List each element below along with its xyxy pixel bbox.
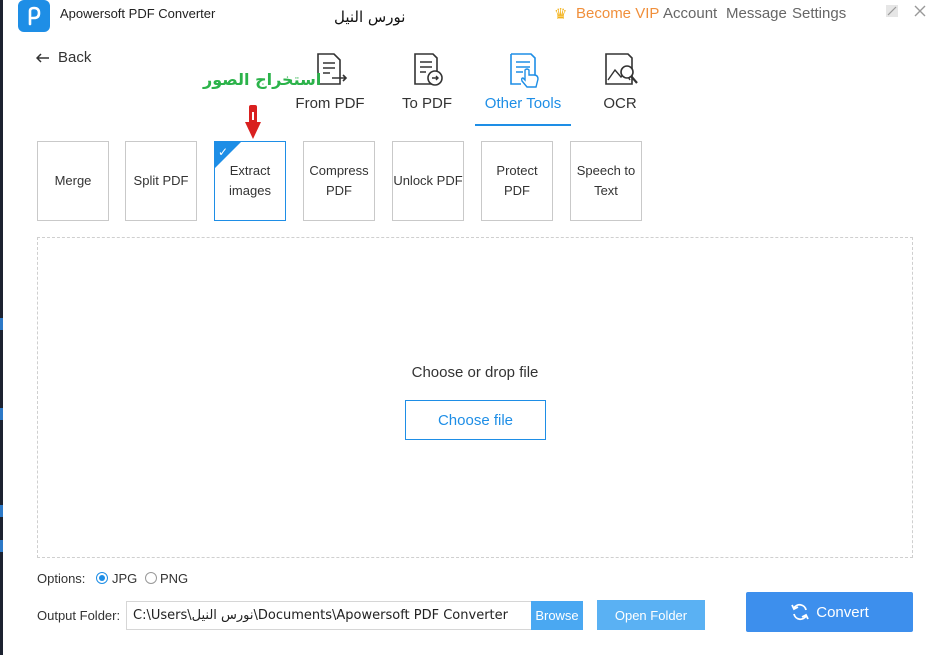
tab-other-tools[interactable]: Other Tools xyxy=(475,48,571,126)
tab-label: Other Tools xyxy=(484,95,562,112)
become-vip-link[interactable]: Become VIP xyxy=(576,5,659,22)
png-radio[interactable] xyxy=(145,572,157,584)
app-logo xyxy=(18,0,50,32)
settings-link[interactable]: Settings xyxy=(792,5,846,22)
options-label: Options: xyxy=(37,571,86,586)
open-folder-button[interactable]: Open Folder xyxy=(597,600,705,630)
close-icon[interactable] xyxy=(913,4,927,22)
user-name: نورس النيل xyxy=(334,8,406,26)
choose-file-button[interactable]: Choose file xyxy=(405,400,546,440)
drop-prompt: Choose or drop file xyxy=(411,364,539,381)
tab-to-pdf[interactable]: To PDF xyxy=(379,48,475,126)
tool-unlock-pdf[interactable]: Unlock PDF xyxy=(392,141,464,221)
output-folder-field[interactable]: C:\Users\نورس النيل\Documents\Apowersoft… xyxy=(126,601,531,630)
account-link[interactable]: Account xyxy=(663,5,717,22)
other-tools-icon xyxy=(510,53,539,88)
app-logo-icon xyxy=(28,6,41,26)
convert-button[interactable]: Convert xyxy=(746,592,913,632)
tool-label: Compress PDF xyxy=(309,163,369,198)
tool-split-pdf[interactable]: Split PDF xyxy=(125,141,197,221)
output-folder-path: C:\Users\نورس النيل\Documents\Apowersoft… xyxy=(133,608,508,623)
browse-button[interactable]: Browse xyxy=(531,601,583,630)
refresh-icon xyxy=(791,603,810,621)
message-link[interactable]: Message xyxy=(726,5,787,22)
arrow-down-icon xyxy=(245,105,261,139)
tool-label: Unlock PDF xyxy=(393,173,463,188)
jpg-label[interactable]: JPG xyxy=(112,571,137,586)
tool-label: Split PDF xyxy=(133,173,189,188)
annotation-text: استخراج الصور xyxy=(203,70,322,89)
tool-label: Merge xyxy=(54,173,92,188)
jpg-radio[interactable] xyxy=(96,572,108,584)
app-title: Apowersoft PDF Converter xyxy=(60,6,216,21)
minimize-icon[interactable] xyxy=(885,4,899,22)
png-label[interactable]: PNG xyxy=(160,571,188,586)
edge-mark xyxy=(0,408,3,420)
tool-label: Protect PDF xyxy=(496,163,538,198)
tool-label: Speech to Text xyxy=(576,163,636,198)
tool-speech-to-text[interactable]: Speech to Text xyxy=(570,141,642,221)
edge-mark xyxy=(0,505,3,517)
tool-protect-pdf[interactable]: Protect PDF xyxy=(481,141,553,221)
file-drop-zone[interactable]: Choose or drop file Choose file xyxy=(37,237,913,558)
tab-label: From PDF xyxy=(295,95,365,112)
convert-label: Convert xyxy=(816,603,869,621)
title-bar: Apowersoft PDF Converter نورس النيل ♛ Be… xyxy=(0,0,950,32)
back-button[interactable]: Back xyxy=(36,49,91,66)
edge-mark xyxy=(0,540,3,552)
back-label: Back xyxy=(58,49,92,66)
checkmark-icon: ✓ xyxy=(218,145,229,159)
tab-underline xyxy=(475,124,571,126)
to-pdf-icon xyxy=(414,53,443,86)
tab-label: To PDF xyxy=(401,95,452,112)
ocr-icon xyxy=(605,53,638,85)
tab-label: OCR xyxy=(603,95,637,112)
output-folder-label: Output Folder: xyxy=(37,608,121,623)
tool-extract-images[interactable]: ✓ Extract images xyxy=(214,141,286,221)
tool-merge[interactable]: Merge xyxy=(37,141,109,221)
edge-mark xyxy=(0,318,3,330)
arrow-left-icon xyxy=(36,52,49,63)
crown-icon[interactable]: ♛ xyxy=(554,5,567,23)
window-edge xyxy=(0,0,3,655)
tab-ocr[interactable]: OCR xyxy=(572,48,668,126)
tool-compress-pdf[interactable]: Compress PDF xyxy=(303,141,375,221)
